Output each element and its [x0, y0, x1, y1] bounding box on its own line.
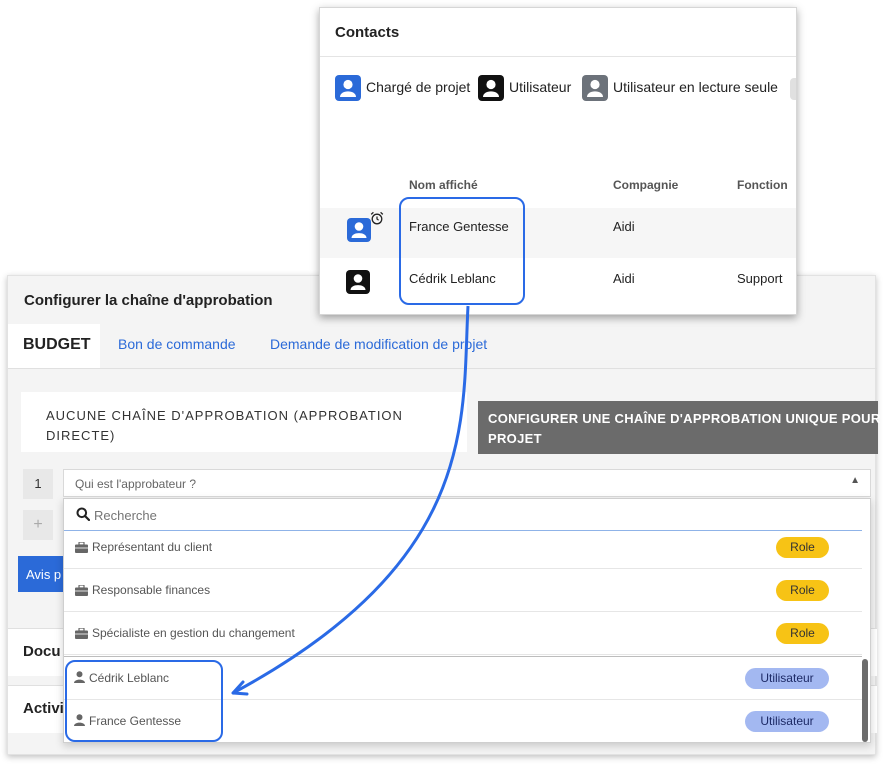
tab-budget[interactable]: BUDGET	[8, 324, 100, 368]
option-finance-manager[interactable]: Responsable finances Role	[64, 569, 862, 612]
project-manager-icon	[335, 75, 361, 101]
add-step-button[interactable]: +	[23, 510, 53, 540]
legend-label-user: Utilisateur	[509, 79, 572, 95]
option-change-management-specialist[interactable]: Spécialiste en gestion du changement Rol…	[64, 612, 862, 655]
role-badge: Role	[776, 537, 829, 558]
user-badge: Utilisateur	[745, 668, 829, 689]
no-approval-chain-option[interactable]: AUCUNE CHAÎNE D'APPROBATION (APPROBATION…	[21, 392, 467, 452]
unique-chain-label-line1: CONFIGURER UNE CHAÎNE D'APPROBATION UNIQ…	[488, 411, 881, 426]
option-label: Responsable finances	[92, 583, 211, 597]
user-role-icon	[478, 75, 504, 101]
alarm-clock-icon	[370, 211, 384, 225]
table-row[interactable]: Cédrik Leblanc Aidi Support	[320, 258, 796, 310]
read-only-user-icon	[582, 75, 608, 101]
option-client-representative[interactable]: Représentant du client Role	[64, 526, 862, 569]
no-chain-label-line1: AUCUNE CHAÎNE D'APPROBATION (APPROBATION	[46, 408, 403, 423]
approver-select[interactable]: Qui est l'approbateur ? ▲	[63, 469, 871, 497]
search-icon	[76, 507, 90, 521]
role-badge: Role	[776, 580, 829, 601]
briefcase-icon	[75, 542, 88, 553]
dropdown-users-highlight	[65, 660, 223, 742]
panel-title: Configurer la chaîne d'approbation	[24, 292, 273, 309]
tab-change-request[interactable]: Demande de modification de projet	[270, 336, 487, 367]
chevron-up-icon[interactable]: ▲	[850, 475, 860, 486]
user-badge: Utilisateur	[745, 711, 829, 732]
project-manager-avatar	[347, 218, 371, 242]
legend-label-project-manager: Chargé de projet	[366, 79, 471, 95]
notify-button[interactable]: Avis p	[18, 556, 68, 592]
legend-overflow-icon	[790, 78, 796, 100]
contacts-divider	[320, 56, 796, 57]
contact-company: Aidi	[613, 271, 635, 286]
unique-approval-chain-button[interactable]: CONFIGURER UNE CHAÎNE D'APPROBATION UNIQ…	[478, 401, 881, 454]
tab-purchase-order[interactable]: Bon de commande	[118, 336, 236, 367]
role-badge: Role	[776, 623, 829, 644]
contacts-names-highlight	[399, 197, 525, 305]
contacts-panel: Contacts Chargé de projet Utilisateur Ut…	[319, 7, 797, 315]
unique-chain-label-line2: PROJET	[488, 431, 542, 446]
option-label: Spécialiste en gestion du changement	[92, 626, 295, 640]
column-function[interactable]: Fonction	[737, 178, 788, 192]
briefcase-icon	[75, 585, 88, 596]
legend-label-read-only-user: Utilisateur en lecture seule	[613, 79, 778, 95]
option-label: Représentant du client	[92, 540, 213, 554]
contact-function: Support	[737, 271, 783, 286]
step-number: 1	[23, 469, 53, 499]
column-company[interactable]: Compagnie	[613, 178, 678, 192]
column-display-name[interactable]: Nom affiché	[409, 178, 478, 192]
briefcase-icon	[75, 628, 88, 639]
search-input[interactable]	[94, 505, 794, 525]
dropdown-scrollbar[interactable]	[862, 659, 868, 742]
user-avatar	[346, 270, 370, 294]
table-row[interactable]: France Gentesse Aidi	[320, 208, 796, 258]
approver-placeholder: Qui est l'approbateur ?	[75, 477, 197, 491]
no-chain-label-line2: DIRECTE)	[46, 428, 116, 443]
contact-company: Aidi	[613, 219, 635, 234]
tab-divider	[8, 368, 877, 369]
contacts-title: Contacts	[335, 24, 400, 41]
